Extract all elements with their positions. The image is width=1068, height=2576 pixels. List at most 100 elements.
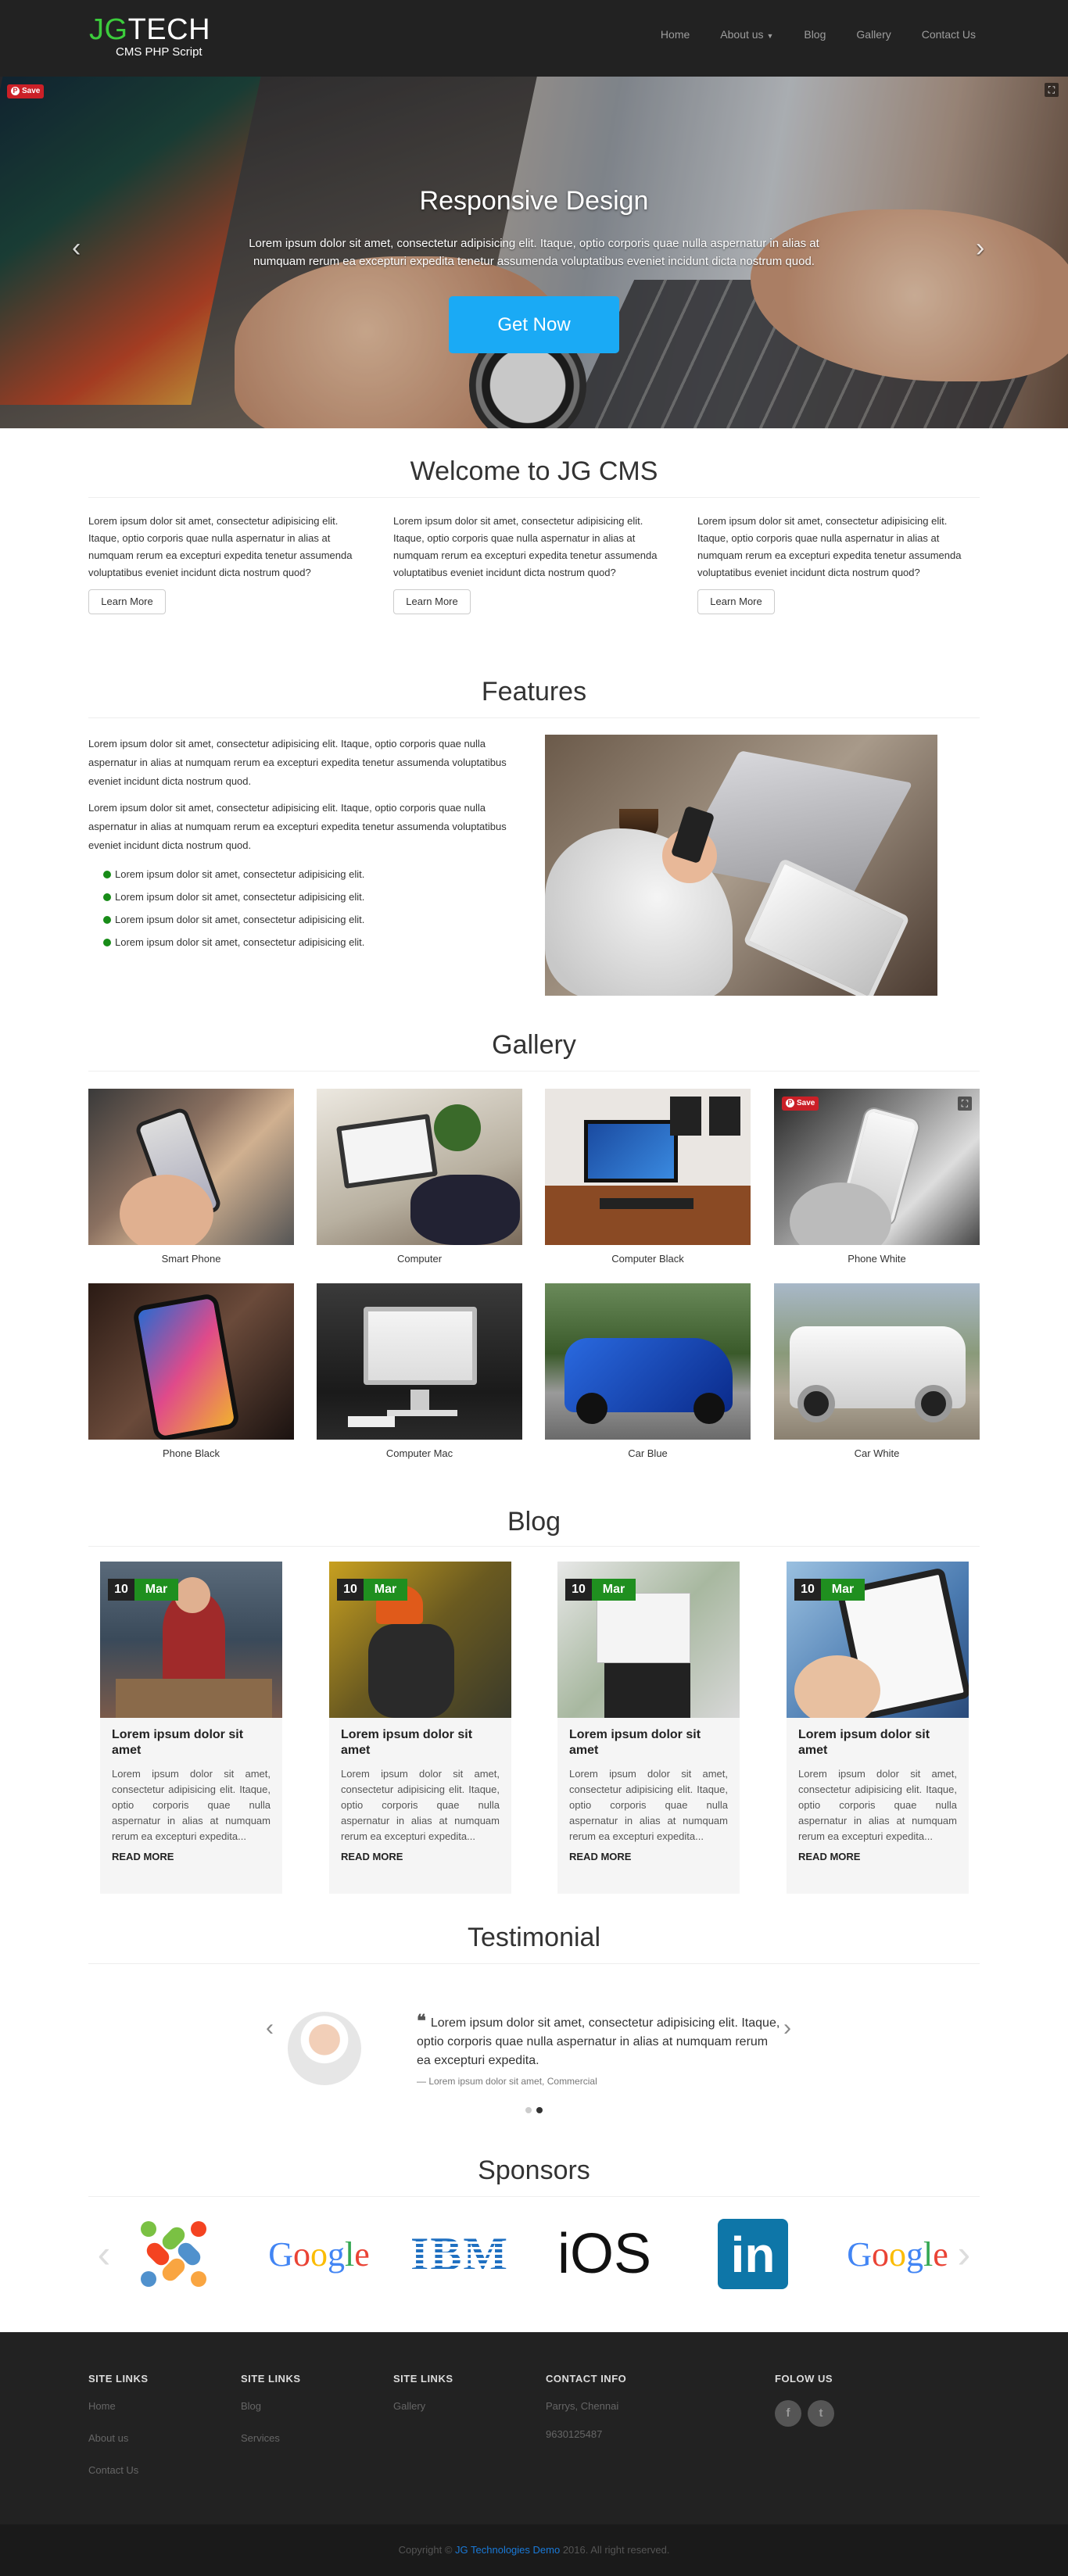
footer-heading: CONTACT INFO <box>546 2373 627 2385</box>
blog-post-title[interactable]: Lorem ipsum dolor sit amet <box>341 1727 500 1758</box>
footer-heading: FOLOW US <box>775 2373 833 2385</box>
gallery-item[interactable]: Smart Phone <box>88 1089 294 1265</box>
main-menu: Home About us ▼ Blog Gallery Contact Us <box>630 28 976 41</box>
footer-link-services[interactable]: Services <box>241 2432 301 2464</box>
caret-down-icon: ▼ <box>766 32 774 40</box>
date-badge: 10 Mar <box>794 1579 865 1601</box>
gallery-caption: Phone Black <box>163 1447 220 1459</box>
sponsor-logo-google[interactable]: Google <box>264 2206 374 2302</box>
sponsor-logo-linkedin[interactable]: in <box>714 2206 792 2302</box>
read-more-link[interactable]: READ MORE <box>569 1851 728 1862</box>
divider <box>88 1546 980 1547</box>
pinterest-save-button[interactable]: P Save <box>7 84 45 98</box>
pinterest-save-button[interactable]: P Save <box>782 1097 819 1111</box>
gallery-image <box>88 1089 294 1245</box>
blog-post[interactable]: 10 Mar Lorem ipsum dolor sit amet Lorem i… <box>100 1562 282 1894</box>
testimonial-carousel: ‹ ❝ Lorem ipsum dolor sit amet, consectet… <box>0 1991 1068 2140</box>
gallery-image <box>545 1089 751 1245</box>
nav-home[interactable]: Home <box>661 28 690 41</box>
facebook-icon[interactable]: f <box>775 2400 801 2427</box>
welcome-column: Lorem ipsum dolor sit amet, consectetur … <box>88 513 364 614</box>
nav-about-label: About us <box>720 28 764 41</box>
carousel-indicators <box>525 2107 543 2113</box>
get-now-button[interactable]: Get Now <box>449 296 619 353</box>
gallery-caption: Smart Phone <box>161 1253 221 1265</box>
nav-gallery[interactable]: Gallery <box>856 28 891 41</box>
quote-text: Lorem ipsum dolor sit amet, consectetur … <box>417 2016 780 2067</box>
welcome-text: Lorem ipsum dolor sit amet, consectetur … <box>697 515 962 578</box>
list-item: Lorem ipsum dolor sit amet, consectetur … <box>88 931 526 953</box>
gallery-caption: Phone White <box>848 1253 906 1265</box>
gallery-item[interactable]: Computer <box>317 1089 522 1265</box>
blog-image: 10 Mar <box>557 1562 740 1718</box>
sponsor-logo-ios[interactable]: iOS <box>554 2206 655 2302</box>
logo-tech: TECH <box>127 13 211 46</box>
gallery-item[interactable]: Phone Black <box>88 1283 294 1459</box>
gallery-title: Gallery <box>492 1030 576 1060</box>
nav-blog[interactable]: Blog <box>804 28 826 41</box>
twitter-icon[interactable]: t <box>808 2400 834 2427</box>
sponsor-logo-google-2[interactable]: Google <box>843 2206 952 2302</box>
footer-link-about[interactable]: About us <box>88 2432 149 2464</box>
welcome-column: Lorem ipsum dolor sit amet, consectetur … <box>697 513 973 614</box>
blog-post-excerpt: Lorem ipsum dolor sit amet, consectetur … <box>798 1768 957 1842</box>
slider-next-icon[interactable]: › <box>976 233 984 263</box>
carousel-dot-active[interactable] <box>536 2107 543 2113</box>
date-badge: 10 Mar <box>565 1579 636 1601</box>
welcome-title: Welcome to JG CMS <box>410 456 658 486</box>
pinterest-icon: P <box>11 87 20 95</box>
blog-post[interactable]: 10 Mar Lorem ipsum dolor sit amet Lorem i… <box>329 1562 511 1894</box>
ibm-wordmark: IBM <box>410 2227 509 2280</box>
copyright-link[interactable]: JG Technologies Demo <box>455 2544 560 2556</box>
testimonial-quote: ❝ Lorem ipsum dolor sit amet, consectetur… <box>417 2012 784 2070</box>
footer-link-gallery[interactable]: Gallery <box>393 2400 453 2432</box>
sponsors-title: Sponsors <box>478 2156 590 2185</box>
carousel-dot[interactable] <box>525 2107 532 2113</box>
learn-more-button[interactable]: Learn More <box>697 589 775 614</box>
joomla-icon <box>141 2221 206 2287</box>
read-more-link[interactable]: READ MORE <box>798 1851 957 1862</box>
gallery-item[interactable]: P Save ⛶ Phone White <box>774 1089 980 1265</box>
blog-post-excerpt: Lorem ipsum dolor sit amet, consectetur … <box>569 1768 728 1842</box>
read-more-link[interactable]: READ MORE <box>341 1851 500 1862</box>
nav-contact-us[interactable]: Contact Us <box>922 28 976 41</box>
testimonial-next-icon[interactable]: › <box>783 2015 791 2041</box>
blog-post-title[interactable]: Lorem ipsum dolor sit amet <box>112 1727 271 1758</box>
learn-more-button[interactable]: Learn More <box>393 589 471 614</box>
date-day: 10 <box>565 1579 592 1601</box>
sponsors-next-icon[interactable]: › <box>948 2206 980 2302</box>
blog-post[interactable]: 10 Mar Lorem ipsum dolor sit amet Lorem i… <box>557 1562 740 1894</box>
blog-post-title[interactable]: Lorem ipsum dolor sit amet <box>569 1727 728 1758</box>
divider <box>88 2196 980 2197</box>
gallery-item[interactable]: Car White <box>774 1283 980 1459</box>
blog-post-title[interactable]: Lorem ipsum dolor sit amet <box>798 1727 957 1758</box>
footer-link-contact[interactable]: Contact Us <box>88 2464 149 2496</box>
gallery-item[interactable]: Computer Black <box>545 1089 751 1265</box>
read-more-link[interactable]: READ MORE <box>112 1851 271 1862</box>
blog-post[interactable]: 10 Mar Lorem ipsum dolor sit amet Lorem i… <box>787 1562 969 1894</box>
expand-icon[interactable]: ⛶ <box>1045 83 1059 97</box>
features-image <box>545 735 937 996</box>
logo[interactable]: JGTECH CMS PHP Script <box>89 14 210 59</box>
footer-link-blog[interactable]: Blog <box>241 2400 301 2432</box>
sponsor-logo-joomla[interactable] <box>132 2206 215 2302</box>
gallery-image <box>317 1283 522 1440</box>
sponsor-logo-ibm[interactable]: IBM <box>409 2206 511 2302</box>
footer-heading: SITE LINKS <box>88 2373 149 2385</box>
gallery-item[interactable]: Computer Mac <box>317 1283 522 1459</box>
date-day: 10 <box>108 1579 134 1601</box>
sponsors-carousel: ‹ Google IBM iOS in Google › <box>88 2206 980 2302</box>
copyright-bar: Copyright © JG Technologies Demo 2016. A… <box>0 2524 1068 2576</box>
nav-about-us[interactable]: About us ▼ <box>720 28 773 41</box>
divider <box>88 497 980 498</box>
footer-link-home[interactable]: Home <box>88 2400 149 2432</box>
gallery-image <box>545 1283 751 1440</box>
sponsors-prev-icon[interactable]: ‹ <box>88 2206 120 2302</box>
slider-prev-icon[interactable]: ‹ <box>72 233 81 263</box>
expand-icon[interactable]: ⛶ <box>958 1097 972 1111</box>
social-icons: f t <box>775 2400 834 2432</box>
blog-image: 10 Mar <box>100 1562 282 1718</box>
gallery-item[interactable]: Car Blue <box>545 1283 751 1459</box>
testimonial-prev-icon[interactable]: ‹ <box>266 2015 274 2041</box>
learn-more-button[interactable]: Learn More <box>88 589 166 614</box>
